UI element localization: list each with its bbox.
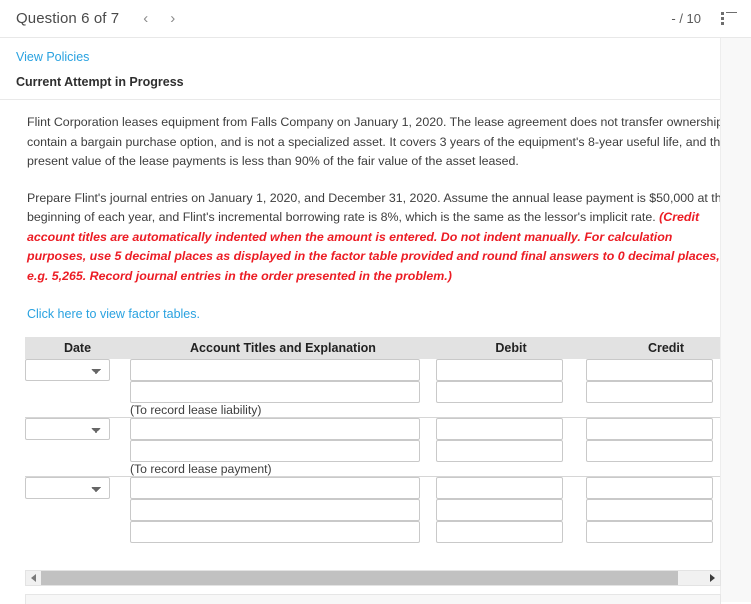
scroll-left-arrow-icon[interactable] [26,571,41,585]
date-select[interactable] [25,477,110,499]
account-title-input[interactable] [130,521,420,543]
scroll-right-arrow-icon[interactable] [705,571,720,585]
debit-input[interactable] [436,359,563,381]
memo-spacer-cell [25,462,130,477]
account-cell [130,440,436,462]
view-policies-link[interactable]: View Policies [16,50,89,64]
credit-cell [586,440,721,462]
date-select[interactable] [25,359,110,381]
question-header-bar: Question 6 of 7 ‹ › - / 10 [0,0,751,38]
journal-section: (To record lease payment) [25,417,721,477]
credit-cell [586,381,721,403]
scrollbar-thumb[interactable] [41,571,679,585]
divider [0,99,751,100]
view-policies-row: View Policies [0,38,751,66]
memo-spacer-cell [25,403,130,418]
debit-cell [436,359,586,381]
page-title: Question 6 of 7 [16,10,120,27]
factor-tables-row: Click here to view factor tables. [0,305,751,323]
date-cell [25,359,130,403]
problem-paragraph-2-text: Prepare Flint's journal entries on Janua… [27,190,729,225]
score-display: - / 10 [671,11,701,26]
table-header-row: Date Account Titles and Explanation Debi… [25,337,721,359]
debit-cell [436,418,586,440]
account-title-input[interactable] [130,418,420,440]
memo-label: (To record lease liability) [130,403,262,417]
debit-input[interactable] [436,440,563,462]
table-row [25,381,721,403]
problem-paragraph-2: Prepare Flint's journal entries on Janua… [0,189,751,287]
account-cell [130,521,436,543]
debit-input[interactable] [436,418,563,440]
date-cell [25,477,130,544]
column-header-date: Date [25,337,130,359]
problem-paragraph-1: Flint Corporation leases equipment from … [27,115,728,168]
debit-input[interactable] [436,477,563,499]
table-row [25,359,721,381]
table-row [25,477,721,499]
credit-input[interactable] [586,477,713,499]
table-row [25,499,721,521]
journal-entry-table: Date Account Titles and Explanation Debi… [25,337,721,543]
memo-label: (To record lease payment) [130,462,272,476]
account-title-input[interactable] [130,499,420,521]
account-cell [130,477,436,499]
attempt-status-label: Current Attempt in Progress [16,75,184,89]
debit-cell [436,381,586,403]
account-title-input[interactable] [130,381,420,403]
credit-cell [586,499,721,521]
credit-cell [586,477,721,499]
bottom-panel-strip [25,594,721,604]
debit-input[interactable] [436,499,563,521]
credit-input[interactable] [586,440,713,462]
table-row [25,521,721,543]
credit-input[interactable] [586,381,713,403]
date-select[interactable] [25,418,110,440]
memo-row: (To record lease payment) [25,462,721,477]
debit-cell [436,499,586,521]
question-navigation: ‹ › [143,11,175,26]
chevron-left-icon[interactable]: ‹ [143,11,148,26]
debit-input[interactable] [436,381,563,403]
memo-row: (To record lease liability) [25,403,721,418]
account-cell [130,499,436,521]
list-view-icon[interactable] [721,11,737,26]
credit-input[interactable] [586,418,713,440]
credit-cell [586,521,721,543]
debit-cell [436,477,586,499]
account-title-input[interactable] [130,440,420,462]
credit-input[interactable] [586,359,713,381]
factor-tables-link[interactable]: Click here to view factor tables. [27,307,200,321]
table-head: Date Account Titles and Explanation Debi… [25,337,721,359]
account-title-input[interactable] [130,359,420,381]
account-title-input[interactable] [130,477,420,499]
credit-input[interactable] [586,521,713,543]
horizontal-scrollbar[interactable] [25,570,721,586]
account-cell [130,359,436,381]
credit-cell [586,359,721,381]
journal-entry-table-container: Date Account Titles and Explanation Debi… [25,337,721,543]
scrollbar-track[interactable] [41,571,705,585]
credit-input[interactable] [586,499,713,521]
credit-cell [586,418,721,440]
table-row [25,440,721,462]
journal-section: (To record lease liability) [25,359,721,418]
column-header-account: Account Titles and Explanation [130,337,436,359]
column-header-credit: Credit [586,337,721,359]
column-header-debit: Debit [436,337,586,359]
journal-section [25,476,721,543]
debit-input[interactable] [436,521,563,543]
table-row [25,418,721,440]
account-cell [130,381,436,403]
question-content: View Policies Current Attempt in Progres… [0,38,751,543]
date-cell [25,418,130,463]
debit-cell [436,521,586,543]
account-cell [130,418,436,440]
chevron-right-icon[interactable]: › [170,11,175,26]
debit-cell [436,440,586,462]
